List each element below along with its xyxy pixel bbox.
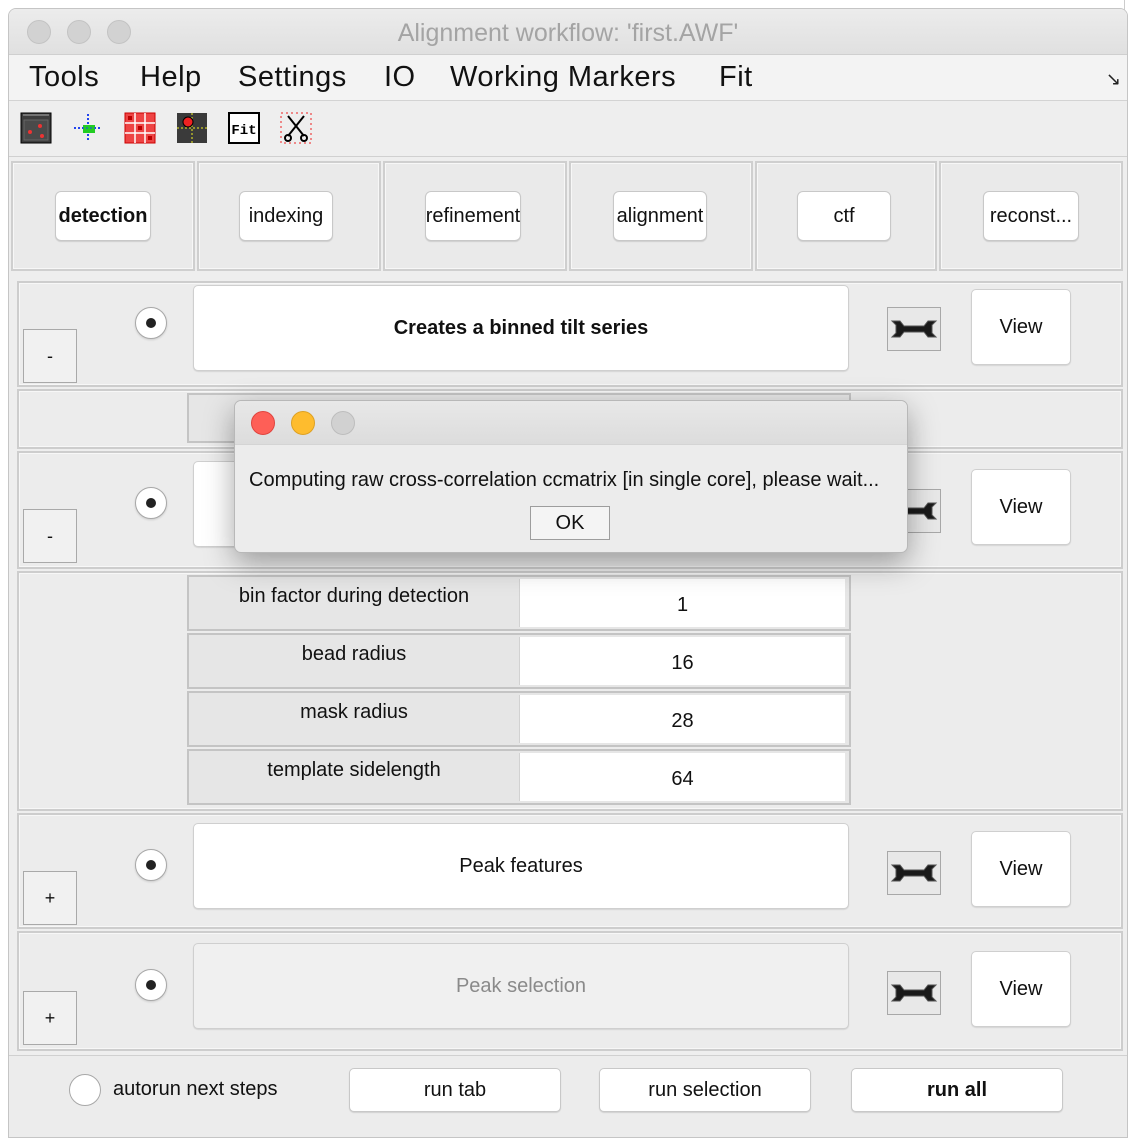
- progress-dialog: Computing raw cross-correlation ccmatrix…: [234, 400, 908, 553]
- tab-detection[interactable]: detection: [55, 191, 151, 241]
- peak-features-button[interactable]: Peak features: [193, 823, 849, 909]
- menu-tools[interactable]: Tools: [29, 61, 99, 94]
- param-row: template sidelength 64: [187, 749, 851, 805]
- fit-icon[interactable]: Fit: [228, 112, 260, 144]
- param-label: bin factor during detection: [238, 585, 470, 607]
- collapse-button[interactable]: -: [23, 329, 77, 383]
- param-label: mask radius: [300, 701, 408, 723]
- expand-button[interactable]: +: [23, 871, 77, 925]
- run-selection-button[interactable]: run selection: [599, 1068, 811, 1112]
- menu-bar: Tools Help Settings IO Working Markers F…: [9, 55, 1127, 101]
- expand-button[interactable]: +: [23, 991, 77, 1045]
- tab-cell-indexing: indexing: [197, 161, 381, 271]
- tab-alignment[interactable]: alignment: [613, 191, 707, 241]
- alignment-workflow-window: Alignment workflow: 'first.AWF' Tools He…: [8, 8, 1128, 1138]
- marker-window-icon[interactable]: [20, 112, 52, 144]
- move-crosshair-icon[interactable]: [72, 112, 104, 144]
- param-row: bin factor during detection 1: [187, 575, 851, 631]
- tab-cell-alignment: alignment: [569, 161, 753, 271]
- binned-tilt-series-button[interactable]: Creates a binned tilt series: [193, 285, 849, 371]
- run-all-button[interactable]: run all: [851, 1068, 1063, 1112]
- dialog-title-bar: [235, 401, 907, 445]
- workflow-tabs: detection indexing refinement alignment …: [11, 161, 1125, 273]
- scissors-icon[interactable]: [280, 112, 312, 144]
- param-value-field[interactable]: 1: [519, 579, 845, 627]
- window-title: Alignment workflow: 'first.AWF': [397, 19, 739, 47]
- run-tab-button[interactable]: run tab: [349, 1068, 561, 1112]
- tab-cell-detection: detection: [11, 161, 195, 271]
- view-button[interactable]: View: [971, 951, 1071, 1027]
- menu-fit[interactable]: Fit: [719, 61, 753, 94]
- wrench-icon[interactable]: [887, 971, 941, 1015]
- param-value-field[interactable]: 28: [519, 695, 845, 743]
- menu-working-markers[interactable]: Working Markers: [450, 61, 676, 94]
- menu-overflow-icon[interactable]: ↘: [1106, 69, 1121, 90]
- tab-ctf[interactable]: ctf: [797, 191, 891, 241]
- param-row: mask radius 28: [187, 691, 851, 747]
- tab-indexing[interactable]: indexing: [239, 191, 333, 241]
- step-radio[interactable]: [135, 487, 167, 519]
- dialog-zoom-button: [331, 411, 355, 435]
- step-radio[interactable]: [135, 849, 167, 881]
- param-value-field[interactable]: 64: [519, 753, 845, 801]
- menu-settings[interactable]: Settings: [238, 61, 347, 94]
- tab-reconstruction[interactable]: reconst...: [983, 191, 1079, 241]
- title-bar: Alignment workflow: 'first.AWF': [9, 9, 1127, 55]
- step-radio[interactable]: [135, 307, 167, 339]
- section-detection-params: bin factor during detection 1 bead radiu…: [17, 571, 1123, 811]
- dialog-message: Computing raw cross-correlation ccmatrix…: [249, 469, 880, 491]
- svg-text:Fit: Fit: [231, 123, 256, 139]
- autorun-label: autorun next steps: [113, 1078, 278, 1100]
- menu-io[interactable]: IO: [384, 61, 416, 94]
- tab-refinement[interactable]: refinement: [425, 191, 521, 241]
- autorun-radio[interactable]: [69, 1074, 101, 1106]
- view-button[interactable]: View: [971, 831, 1071, 907]
- tab-cell-refinement: refinement: [383, 161, 567, 271]
- param-value-field[interactable]: 16: [519, 637, 845, 685]
- section-peak-features: + Peak features View: [17, 813, 1123, 929]
- param-label: template sidelength: [267, 759, 441, 781]
- dialog-close-button[interactable]: [251, 411, 275, 435]
- section-peak-selection: + Peak selection View: [17, 931, 1123, 1051]
- step-radio[interactable]: [135, 969, 167, 1001]
- ok-button[interactable]: OK: [530, 506, 610, 540]
- wrench-icon[interactable]: [887, 307, 941, 351]
- param-label: bead radius: [301, 643, 407, 665]
- grid-icon[interactable]: [124, 112, 156, 144]
- dialog-minimize-button[interactable]: [291, 411, 315, 435]
- view-button[interactable]: View: [971, 469, 1071, 545]
- peak-selection-button[interactable]: Peak selection: [193, 943, 849, 1029]
- bottom-action-bar: autorun next steps run tab run selection…: [9, 1055, 1127, 1137]
- toolbar: Fit: [9, 101, 1127, 157]
- menu-help[interactable]: Help: [140, 61, 202, 94]
- tab-cell-reconstruction: reconst...: [939, 161, 1123, 271]
- tab-cell-ctf: ctf: [755, 161, 937, 271]
- target-marker-icon[interactable]: [176, 112, 208, 144]
- wrench-icon[interactable]: [887, 851, 941, 895]
- view-button[interactable]: View: [971, 289, 1071, 365]
- param-row: bead radius 16: [187, 633, 851, 689]
- section-binned-tilt-series: - Creates a binned tilt series View: [17, 281, 1123, 387]
- collapse-button[interactable]: -: [23, 509, 77, 563]
